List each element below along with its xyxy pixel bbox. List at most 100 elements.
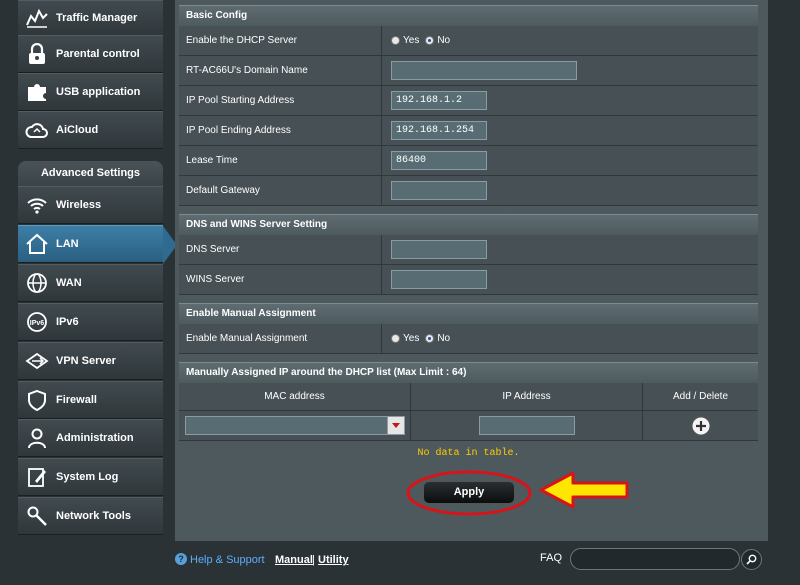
sidebar-item-traffic-manager[interactable]: Traffic Manager (18, 0, 163, 36)
sidebar-item-lan[interactable]: LAN (18, 225, 163, 263)
help-icon: ? (175, 553, 187, 565)
manual-link[interactable]: Manual (275, 554, 313, 566)
wifi-icon (24, 192, 50, 218)
sidebar-item-label: AiCloud (56, 124, 98, 136)
mac-address-select[interactable] (185, 416, 405, 435)
pointer-arrow-icon (533, 469, 633, 511)
manual-yes-radio[interactable] (391, 334, 400, 343)
sidebar-item-label: Network Tools (56, 510, 131, 522)
domain-name-input[interactable] (391, 61, 577, 80)
sidebar-item-label: WAN (56, 277, 82, 289)
manual-assignment-row: Enable Manual Assignment Yes No (179, 324, 758, 354)
default-gateway-row: Default Gateway (179, 176, 758, 206)
sidebar-item-network-tools[interactable]: Network Tools (18, 497, 163, 535)
sidebar-item-vpn-server[interactable]: VPN Server (18, 342, 163, 380)
faq-search-input[interactable] (570, 548, 740, 570)
dns-wins-section: DNS and WINS Server Setting DNS Server W… (179, 214, 758, 295)
sidebar-item-label: Traffic Manager (56, 12, 137, 24)
log-icon (24, 464, 50, 490)
manual-assignment-section: Enable Manual Assignment Enable Manual A… (179, 303, 758, 354)
radio-label: No (437, 35, 450, 46)
svg-text:IPv6: IPv6 (30, 320, 45, 327)
sidebar-item-wan[interactable]: WAN (18, 264, 163, 302)
sidebar-item-firewall[interactable]: Firewall (18, 381, 163, 419)
radio-label: No (437, 333, 450, 344)
section-title: Manually Assigned IP around the DHCP lis… (179, 362, 758, 383)
sidebar-item-administration[interactable]: Administration (18, 419, 163, 457)
sidebar-item-usb-application[interactable]: USB application (18, 73, 163, 111)
utility-link[interactable]: Utility (318, 554, 349, 566)
ip-pool-end-input[interactable]: 192.168.1.254 (391, 121, 487, 140)
field-label: Default Gateway (179, 176, 382, 205)
column-header-mac: MAC address (179, 383, 411, 410)
help-support-link[interactable]: Help & Support (190, 554, 265, 566)
section-title: Enable Manual Assignment (179, 303, 758, 324)
radio-label: Yes (403, 35, 419, 46)
wins-server-input[interactable] (391, 270, 487, 289)
sidebar-item-label: Administration (56, 432, 134, 444)
apply-button[interactable]: Apply (423, 481, 515, 504)
field-label: DNS Server (179, 235, 382, 264)
wins-server-row: WINS Server (179, 265, 758, 295)
home-icon (24, 231, 50, 257)
column-header-ip: IP Address (411, 383, 643, 410)
dhcp-enable-row: Enable the DHCP Server Yes No (179, 26, 758, 56)
sidebar-item-label: USB application (56, 86, 140, 98)
default-gateway-input[interactable] (391, 181, 487, 200)
manual-ip-list-section: Manually Assigned IP around the DHCP lis… (179, 362, 758, 467)
section-title: Basic Config (179, 5, 758, 26)
sidebar-item-aicloud[interactable]: AiCloud (18, 111, 163, 149)
sidebar-item-parental-control[interactable]: Parental control (18, 35, 163, 73)
field-label: Enable the DHCP Server (179, 26, 382, 55)
search-icon (746, 554, 757, 565)
column-header-action: Add / Delete (643, 383, 758, 410)
add-circle-icon[interactable] (691, 416, 711, 436)
domain-name-row: RT-AC66U's Domain Name (179, 56, 758, 86)
radio-label: Yes (403, 333, 419, 344)
sidebar-item-label: System Log (56, 471, 118, 483)
sidebar-item-ipv6[interactable]: IPv6 IPv6 (18, 303, 163, 341)
dns-server-input[interactable] (391, 240, 487, 259)
lease-time-input[interactable]: 86400 (391, 151, 487, 170)
cloud-icon (24, 117, 50, 143)
dhcp-no-radio[interactable] (425, 36, 434, 45)
dhcp-yes-radio[interactable] (391, 36, 400, 45)
vpn-icon (24, 348, 50, 374)
dropdown-arrow-icon[interactable] (387, 417, 404, 434)
ip-pool-start-input[interactable]: 192.168.1.2 (391, 91, 487, 110)
ipv6-icon: IPv6 (24, 309, 50, 335)
traffic-manager-icon (24, 5, 50, 31)
field-label: IP Pool Starting Address (179, 86, 382, 115)
sidebar-item-label: IPv6 (56, 316, 79, 328)
search-button[interactable] (741, 549, 762, 570)
field-label: IP Pool Ending Address (179, 116, 382, 145)
field-label: RT-AC66U's Domain Name (179, 56, 382, 85)
footer-separator: | (312, 554, 315, 566)
ip-pool-end-row: IP Pool Ending Address 192.168.1.254 (179, 116, 758, 146)
sidebar-item-wireless[interactable]: Wireless (18, 186, 163, 224)
ip-pool-start-row: IP Pool Starting Address 192.168.1.2 (179, 86, 758, 116)
shield-icon (24, 387, 50, 413)
field-label: Lease Time (179, 146, 382, 175)
manual-no-radio[interactable] (425, 334, 434, 343)
basic-config-section: Basic Config Enable the DHCP Server Yes … (179, 5, 758, 206)
sidebar-item-system-log[interactable]: System Log (18, 458, 163, 496)
sidebar-item-label: Wireless (56, 199, 101, 211)
table-input-row (179, 411, 758, 441)
tools-icon (24, 503, 50, 529)
section-title: DNS and WINS Server Setting (179, 214, 758, 235)
table-header: MAC address IP Address Add / Delete (179, 383, 758, 411)
globe-icon (24, 270, 50, 296)
field-label: WINS Server (179, 265, 382, 294)
faq-label: FAQ (540, 552, 562, 564)
field-label: Enable Manual Assignment (179, 324, 382, 353)
advanced-settings-header: Advanced Settings (18, 161, 163, 186)
puzzle-icon (24, 79, 50, 105)
sidebar-item-label: VPN Server (56, 355, 116, 367)
dns-server-row: DNS Server (179, 235, 758, 265)
lock-icon (24, 41, 50, 67)
lease-time-row: Lease Time 86400 (179, 146, 758, 176)
sidebar-item-label: LAN (56, 238, 79, 250)
lan-dhcp-content: Basic Config Enable the DHCP Server Yes … (175, 0, 768, 541)
ip-address-input[interactable] (479, 416, 575, 435)
